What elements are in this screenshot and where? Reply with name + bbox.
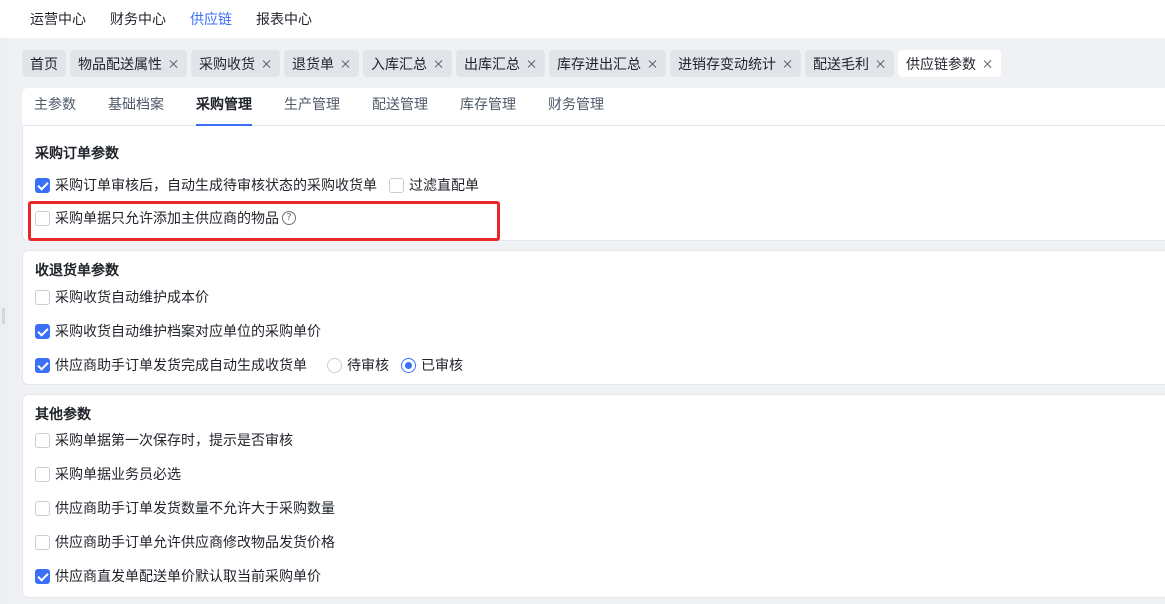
close-icon[interactable] [527,59,537,69]
nav-operations[interactable]: 运营中心 [30,9,86,29]
supplier-auto-receipt-option: 供应商助手订单发货完成自动生成收货单 待审核 已审核 [35,355,463,375]
sidebar-collapse-handle[interactable] [0,38,9,604]
work-area: 首页 物品配送属性 采购收货 退货单 入库汇总 出库汇总 库存进出汇总 进销存变… [0,38,1165,604]
filter-direct-label: 过滤直配单 [409,178,479,194]
tab-label: 供应链参数 [906,56,976,73]
pending-radio[interactable] [327,357,342,373]
other-params-title: 其他参数 [35,407,91,423]
subtab-production[interactable]: 生产管理 [284,87,340,125]
nav-reports[interactable]: 报表中心 [256,9,312,29]
tab-psi-stats[interactable]: 进销存变动统计 [670,50,801,77]
auto-unit-price-checkbox[interactable] [35,323,50,339]
tab-inbound-summary[interactable]: 入库汇总 [363,50,452,77]
filter-direct-checkbox[interactable] [389,177,404,193]
tab-delivery-margin[interactable]: 配送毛利 [805,50,894,77]
auto-receipt-label: 采购订单审核后，自动生成待审核状态的采购收货单 [55,178,377,194]
auto-cost-checkbox[interactable] [35,289,50,305]
nav-supply-chain[interactable]: 供应链 [190,9,232,29]
direct-price-checkbox[interactable] [35,568,50,584]
top-navigation: 运营中心 财务中心 供应链 报表中心 [0,0,1165,38]
close-icon[interactable] [341,59,351,69]
auto-cost-option: 采购收货自动维护成本价 [35,287,209,307]
main-supplier-label: 采购单据只允许添加主供应商的物品 [55,211,279,227]
page-tabs: 首页 物品配送属性 采购收货 退货单 入库汇总 出库汇总 库存进出汇总 进销存变… [22,50,1005,77]
close-icon[interactable] [783,59,793,69]
tab-label: 入库汇总 [371,56,427,73]
subtab-main[interactable]: 主参数 [34,87,76,125]
tab-label: 配送毛利 [813,56,869,73]
supplier-auto-receipt-label: 供应商助手订单发货完成自动生成收货单 [55,358,307,374]
salesman-required-checkbox[interactable] [35,466,50,482]
tab-label: 物品配送属性 [78,56,162,73]
subtab-inventory[interactable]: 库存管理 [460,87,516,125]
prompt-audit-checkbox[interactable] [35,432,50,448]
salesman-required-label: 采购单据业务员必选 [55,467,181,483]
subtab-basic-archive[interactable]: 基础档案 [108,87,164,125]
close-icon[interactable] [169,59,179,69]
other-params-card: 其他参数 采购单据第一次保存时，提示是否审核 采购单据业务员必选 供应商助手订单… [22,394,1165,598]
modify-price-label: 供应商助手订单允许供应商修改物品发货价格 [55,535,335,551]
subtab-delivery[interactable]: 配送管理 [372,87,428,125]
modify-price-checkbox[interactable] [35,534,50,550]
close-icon[interactable] [262,59,272,69]
receipt-return-card: 收退货单参数 采购收货自动维护成本价 采购收货自动维护档案对应单位的采购单价 供… [22,250,1165,385]
approved-radio[interactable] [401,357,416,373]
tab-label: 进销存变动统计 [678,56,776,73]
approved-radio-label: 已审核 [421,358,463,374]
prompt-audit-label: 采购单据第一次保存时，提示是否审核 [55,433,293,449]
tab-label: 首页 [30,56,58,73]
pending-radio-label: 待审核 [347,358,389,374]
purchase-order-title: 采购订单参数 [35,146,119,162]
salesman-required-option: 采购单据业务员必选 [35,464,181,484]
tab-item-delivery-attr[interactable]: 物品配送属性 [70,50,187,77]
receipt-return-title: 收退货单参数 [35,263,119,279]
param-subtabs: 主参数 基础档案 采购管理 生产管理 配送管理 库存管理 财务管理 [22,88,1165,126]
main-supplier-option: 采购单据只允许添加主供应商的物品 ? [35,208,296,228]
auto-cost-label: 采购收货自动维护成本价 [55,290,209,306]
auto-unit-price-option: 采购收货自动维护档案对应单位的采购单价 [35,321,321,341]
close-icon[interactable] [876,59,886,69]
auto-receipt-checkbox[interactable] [35,177,50,193]
auto-unit-price-label: 采购收货自动维护档案对应单位的采购单价 [55,324,321,340]
qty-limit-option: 供应商助手订单发货数量不允许大于采购数量 [35,498,335,518]
close-icon[interactable] [648,59,658,69]
tab-home[interactable]: 首页 [22,50,66,77]
nav-finance[interactable]: 财务中心 [110,9,166,29]
tab-label: 库存进出汇总 [557,56,641,73]
tab-label: 采购收货 [199,56,255,73]
main-supplier-checkbox[interactable] [35,210,50,226]
subtab-finance[interactable]: 财务管理 [548,87,604,125]
purchase-order-card: 采购订单参数 采购订单审核后，自动生成待审核状态的采购收货单 过滤直配单 采购单… [22,126,1165,241]
tab-inventory-summary[interactable]: 库存进出汇总 [549,50,666,77]
qty-limit-label: 供应商助手订单发货数量不允许大于采购数量 [55,501,335,517]
tab-supply-chain-params[interactable]: 供应链参数 [898,50,1001,77]
auto-receipt-option: 采购订单审核后，自动生成待审核状态的采购收货单 过滤直配单 [35,175,479,195]
grip-icon [2,308,5,324]
tab-purchase-receipt[interactable]: 采购收货 [191,50,280,77]
prompt-audit-option: 采购单据第一次保存时，提示是否审核 [35,430,293,450]
close-icon[interactable] [434,59,444,69]
modify-price-option: 供应商助手订单允许供应商修改物品发货价格 [35,532,335,552]
subtab-purchase[interactable]: 采购管理 [196,87,252,126]
supplier-auto-receipt-checkbox[interactable] [35,357,50,373]
tab-label: 出库汇总 [464,56,520,73]
direct-price-label: 供应商直发单配送单价默认取当前采购单价 [55,569,321,585]
close-icon[interactable] [983,59,993,69]
qty-limit-checkbox[interactable] [35,500,50,516]
tab-outbound-summary[interactable]: 出库汇总 [456,50,545,77]
direct-price-option: 供应商直发单配送单价默认取当前采购单价 [35,566,321,586]
tab-return-order[interactable]: 退货单 [284,50,359,77]
help-icon[interactable]: ? [282,211,296,225]
tab-label: 退货单 [292,56,334,73]
params-panel: 主参数 基础档案 采购管理 生产管理 配送管理 库存管理 财务管理 采购订单参数… [22,88,1165,604]
